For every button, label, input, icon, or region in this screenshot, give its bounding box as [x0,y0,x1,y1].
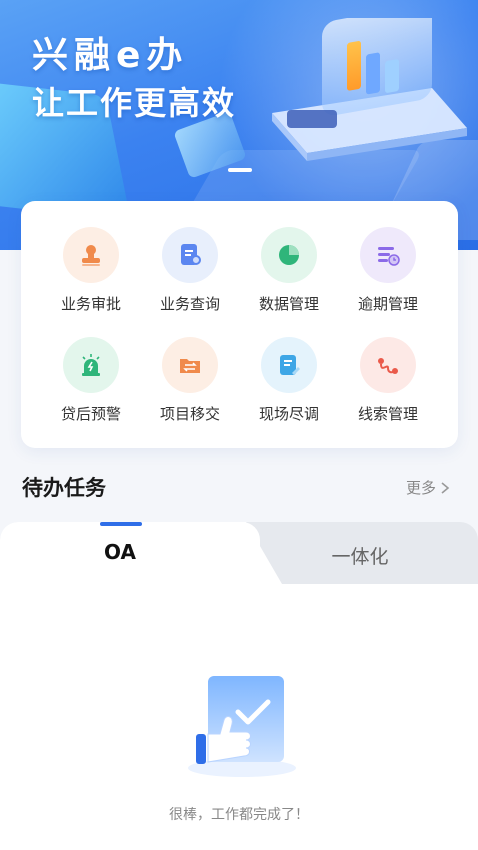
grid-item-business-approval[interactable]: 业务审批 [41,227,141,314]
pending-tasks-title: 待办任务 [22,476,106,500]
grid-item-project-transfer[interactable]: 项目移交 [140,337,240,424]
tab-oa-label[interactable]: OA [0,540,240,564]
grid-item-label: 业务审批 [60,295,121,313]
more-link-label: 更多 [406,479,437,497]
banner-chart-illustration [272,18,467,161]
route-icon [360,337,416,393]
clipboard-pen-icon [261,337,317,393]
grid-item-lead-management[interactable]: 线索管理 [338,337,438,424]
more-link[interactable]: 更多 [406,477,450,498]
grid-item-overdue-management[interactable]: 逾期管理 [338,227,438,314]
grid-item-label: 贷后预警 [60,405,121,423]
document-search-icon [162,227,218,283]
pie-chart-icon [261,227,317,283]
grid-item-data-management[interactable]: 数据管理 [239,227,339,314]
thumbs-up-icon [188,676,296,777]
function-grid: 业务审批 业务查询 数据管理 逾期管理 贷后预警 项目移交 现场尽调 线索管理 [21,201,458,448]
alarm-light-icon [63,337,119,393]
grid-item-label: 线索管理 [357,405,418,423]
grid-item-label: 项目移交 [159,405,220,423]
grid-item-label: 现场尽调 [258,405,319,423]
grid-item-label: 业务查询 [159,295,220,313]
grid-item-site-due-diligence[interactable]: 现场尽调 [239,337,339,424]
stamp-icon [63,227,119,283]
banner-app-name: 兴融e办 [32,35,189,76]
empty-state-message: 很棒，工作都完成了！ [169,807,309,823]
banner-page-indicator [228,168,252,172]
grid-item-post-loan-warning[interactable]: 贷后预警 [41,337,141,424]
tab-integrated-label[interactable]: 一体化 [270,542,450,569]
task-tabs: OA 一体化 [0,522,478,584]
folder-transfer-icon [162,337,218,393]
chevron-right-icon [441,481,450,494]
list-clock-icon [360,227,416,283]
banner-slogan: 让工作更高效 [32,84,237,122]
grid-item-label: 逾期管理 [357,295,418,313]
grid-item-business-query[interactable]: 业务查询 [140,227,240,314]
grid-item-label: 数据管理 [258,295,319,313]
active-tab-indicator [100,522,142,526]
